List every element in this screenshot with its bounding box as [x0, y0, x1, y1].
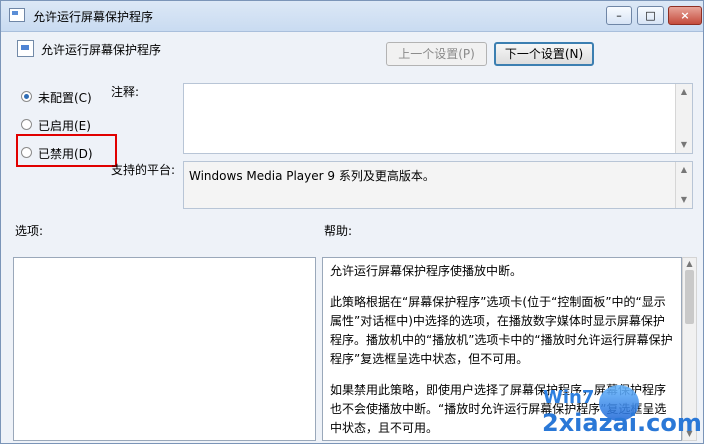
scroll-thumb[interactable] [685, 270, 694, 324]
options-panel [13, 257, 316, 441]
scroll-down-arrow-icon[interactable]: ▼ [676, 137, 692, 153]
policy-settings-window: 允许运行屏幕保护程序 – □ × 允许运行屏幕保护程序 上一个设置(P) 下一个… [0, 0, 704, 444]
window-title: 允许运行屏幕保护程序 [33, 10, 154, 24]
help-label: 帮助: [324, 224, 353, 238]
policy-settings-icon [17, 40, 34, 57]
watermark-brand: Win7 [543, 387, 595, 408]
radio-not-configured[interactable]: 未配置(C) [19, 88, 115, 106]
next-setting-button[interactable]: 下一个设置(N) [494, 42, 594, 66]
radio-indicator-selected[interactable] [21, 91, 32, 102]
comment-textarea[interactable]: ▲ ▼ [183, 83, 693, 154]
highlight-frame [16, 134, 117, 167]
radio-enabled[interactable]: 已启用(E) [19, 116, 115, 134]
platform-textbox: Windows Media Player 9 系列及更高版本。 ▲ ▼ [183, 161, 693, 209]
maximize-button[interactable]: □ [637, 6, 664, 25]
title-bar: 允许运行屏幕保护程序 – □ × [1, 1, 703, 32]
comment-label: 注释: [111, 85, 140, 99]
minimize-button[interactable]: – [606, 6, 632, 25]
scroll-down-arrow-icon[interactable]: ▼ [676, 192, 692, 208]
scroll-up-arrow-icon[interactable]: ▲ [683, 258, 696, 270]
previous-setting-button[interactable]: 上一个设置(P) [386, 42, 487, 66]
scroll-up-arrow-icon[interactable]: ▲ [676, 84, 692, 100]
radio-indicator[interactable] [21, 119, 32, 130]
options-label: 选项: [15, 224, 44, 238]
radio-label-not-configured: 未配置(C) [38, 91, 92, 105]
watermark: Win7 2xiazai.com [541, 385, 702, 437]
comment-scrollbar[interactable]: ▲ ▼ [675, 84, 692, 153]
close-button[interactable]: × [668, 6, 702, 25]
help-paragraph: 允许运行屏幕保护程序使播放中断。 [330, 264, 523, 278]
radio-label-enabled: 已启用(E) [38, 119, 91, 133]
platform-label: 支持的平台: [111, 163, 176, 177]
policy-title: 允许运行屏幕保护程序 [41, 43, 162, 57]
help-paragraph: 此策略根据在“屏幕保护程序”选项卡(位于“控制面板”中的“显示属性”对话框中)中… [330, 295, 673, 366]
policy-settings-icon [9, 8, 25, 22]
platform-scrollbar[interactable]: ▲ ▼ [675, 162, 692, 208]
scroll-up-arrow-icon[interactable]: ▲ [676, 162, 692, 178]
platform-text: Windows Media Player 9 系列及更高版本。 [189, 169, 435, 183]
watermark-site: 2xiazai.com [542, 409, 702, 437]
